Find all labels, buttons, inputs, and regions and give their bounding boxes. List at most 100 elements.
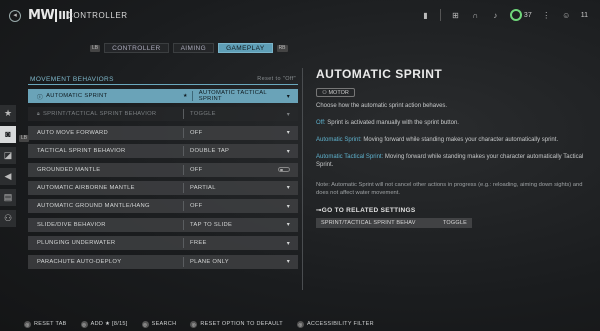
- detail-intro: Choose how the automatic sprint action b…: [316, 103, 448, 109]
- reset-tab-hint[interactable]: ◎ RESET TAB: [24, 320, 67, 328]
- tab-aiming[interactable]: AIMING: [172, 43, 215, 53]
- reset-option-hint[interactable]: ◎ RESET OPTION TO DEFAULT: [190, 320, 283, 328]
- option-off-description: Off: Sprint is activated manually with t…: [316, 120, 459, 126]
- motor-tag: ⚇ MOTOR: [316, 88, 355, 97]
- setting-row-slide-dive[interactable]: SLIDE/DIVE BEHAVIOR TAP TO SLIDE ▾: [28, 217, 298, 232]
- setting-label: AUTOMATIC GROUND MANTLE/HANG: [37, 203, 150, 210]
- option-auto-sprint-description: Automatic Sprint: Moving forward while s…: [316, 137, 559, 143]
- setting-row-plunging-underwater[interactable]: PLUNGING UNDERWATER FREE ▾: [28, 236, 298, 251]
- setting-value: TOGGLE: [190, 111, 216, 118]
- player-level[interactable]: 37: [509, 9, 532, 21]
- panel-divider: [302, 68, 303, 290]
- setting-value: OFF: [190, 129, 203, 136]
- button-glyph-icon: ◎: [80, 320, 88, 328]
- rb-key-hint: RB: [276, 44, 288, 52]
- setting-row-ground-mantle-hang[interactable]: AUTOMATIC GROUND MANTLE/HANG OFF ▾: [28, 199, 298, 214]
- setting-value: PLANE ONLY: [190, 258, 229, 265]
- related-settings-heading: ⊸GO TO RELATED SETTINGS: [316, 207, 416, 214]
- related-setting-value: TOGGLE: [442, 220, 467, 226]
- setting-row-automatic-sprint[interactable]: ⓘ AUTOMATIC SPRINT ★ AUTOMATIC TACTICAL S…: [28, 89, 298, 103]
- chevron-down-icon: ▾: [286, 222, 290, 229]
- setting-value: AUTOMATIC TACTICAL SPRINT: [198, 90, 267, 102]
- friends-count: 11: [580, 11, 588, 19]
- rail-graphics-icon[interactable]: ◪: [0, 147, 16, 164]
- option-tactical-sprint-description: Automatic Tactical Sprint: Moving forwar…: [316, 154, 584, 168]
- setting-row-airborne-mantle[interactable]: AUTOMATIC AIRBORNE MANTLE PARTIAL ▾: [28, 180, 298, 195]
- detail-note: Note: Automatic Sprint will not cancel o…: [316, 182, 583, 196]
- grid-icon[interactable]: ⋮: [541, 10, 552, 21]
- footer-hints: ◎ RESET TAB ◎ ADD ★ [8/15] ◎ SEARCH ◎ RESET …: [0, 317, 600, 331]
- chevron-down-icon: ▾: [286, 130, 290, 137]
- rail-controller-icon[interactable]: ◙: [0, 126, 16, 143]
- rail-audio-speaker-icon[interactable]: ◀: [0, 168, 16, 185]
- button-glyph-icon: ◎: [190, 320, 198, 328]
- notification-bell-icon[interactable]: ♪: [490, 10, 501, 21]
- info-icon: ⓘ: [37, 94, 44, 101]
- lock-icon: 🔒︎: [37, 111, 40, 118]
- section-title: MOVEMENT BEHAVIORS: [30, 75, 114, 83]
- top-right-status: ▮ ⊞ ∩ ♪ 37 ⋮ ☺ 11: [420, 7, 588, 23]
- chevron-down-icon: ▾: [286, 203, 290, 210]
- chevron-down-icon: ▾: [286, 111, 290, 118]
- divider: [439, 9, 441, 21]
- setting-row-parachute-auto-deploy[interactable]: PARACHUTE AUTO-DEPLOY PLANE ONLY ▾: [28, 254, 298, 269]
- setting-row-auto-move-forward[interactable]: AUTO MOVE FORWARD OFF ▾: [28, 125, 298, 140]
- headset-icon[interactable]: ∩: [470, 10, 481, 21]
- related-setting-label: SPRINT/TACTICAL SPRINT BEHAV: [321, 220, 416, 226]
- level-ring-icon: [509, 9, 522, 21]
- tab-controller[interactable]: CONTROLLER: [104, 43, 169, 53]
- back-icon[interactable]: ◂: [9, 10, 21, 22]
- detail-panel: AUTOMATIC SPRINT ⚇ MOTOR Choose how the …: [316, 67, 586, 228]
- setting-value: PARTIAL: [190, 184, 216, 191]
- chevron-down-icon: ▾: [286, 259, 290, 266]
- friends-icon[interactable]: ☺: [561, 10, 572, 21]
- tab-bar: LB CONTROLLER AIMING GAMEPLAY RB: [90, 43, 288, 53]
- favorite-star-icon[interactable]: ★: [183, 93, 188, 99]
- rail-account-icon[interactable]: ⚇: [0, 210, 16, 227]
- setting-value: FREE: [190, 240, 207, 247]
- controller-icon[interactable]: ⊞: [450, 10, 461, 21]
- level-value: 37: [523, 11, 532, 19]
- accessibility-filter-hint[interactable]: ◎ ACCESSIBILITY FILTER: [296, 320, 374, 328]
- setting-value: DOUBLE TAP: [190, 148, 230, 155]
- button-glyph-icon: ◎: [296, 320, 304, 328]
- chevron-down-icon: ▾: [286, 148, 290, 155]
- related-setting-row[interactable]: SPRINT/TACTICAL SPRINT BEHAV TOGGLE: [316, 218, 472, 228]
- button-glyph-icon: ◎: [24, 320, 31, 328]
- rail-interface-icon[interactable]: ▤: [0, 189, 16, 206]
- setting-label: SPRINT/TACTICAL SPRINT BEHAVIOR: [42, 111, 157, 118]
- setting-label: SLIDE/DIVE BEHAVIOR: [37, 221, 106, 228]
- setting-label: PLUNGING UNDERWATER: [37, 240, 116, 247]
- toggle-switch[interactable]: [278, 167, 290, 173]
- setting-row-grounded-mantle[interactable]: GROUNDED MANTLE OFF: [28, 162, 298, 177]
- movement-behaviors-section: MOVEMENT BEHAVIORS Reset to "Off" ⓘ AUTOM…: [28, 75, 298, 273]
- chevron-down-icon: ▾: [286, 93, 290, 100]
- section-header: MOVEMENT BEHAVIORS Reset to "Off": [28, 75, 298, 85]
- setting-label: TACTICAL SPRINT BEHAVIOR: [37, 148, 126, 155]
- setting-label: AUTOMATIC SPRINT: [46, 93, 108, 99]
- setting-row-tactical-sprint-behavior[interactable]: TACTICAL SPRINT BEHAVIOR DOUBLE TAP ▾: [28, 144, 298, 159]
- tab-gameplay[interactable]: GAMEPLAY: [218, 43, 273, 53]
- top-bar: ◂ MW III CONTROLLER ▮ ⊞ ∩ ♪ 37 ⋮ ☺ 11: [0, 0, 600, 32]
- page-title: CONTROLLER: [67, 11, 128, 20]
- category-rail: ★ ◙ ◪ ◀ ▤ ⚇: [0, 105, 16, 231]
- setting-label: AUTOMATIC AIRBORNE MANTLE: [37, 184, 135, 191]
- add-favorite-hint[interactable]: ◎ ADD ★ [8/15]: [80, 320, 128, 328]
- search-hint[interactable]: ◎ SEARCH: [141, 320, 177, 328]
- setting-value: OFF: [190, 166, 203, 173]
- rail-favorites-star-icon[interactable]: ★: [0, 105, 16, 122]
- settings-list: ⓘ AUTOMATIC SPRINT ★ AUTOMATIC TACTICAL S…: [28, 89, 298, 269]
- detail-title: AUTOMATIC SPRINT: [316, 67, 443, 81]
- setting-row-sprint-behavior[interactable]: 🔒︎ SPRINT/TACTICAL SPRINT BEHAVIOR TOGGLE…: [28, 107, 298, 122]
- battery-icon: ▮: [423, 10, 428, 20]
- setting-value: TAP TO SLIDE: [190, 221, 233, 228]
- game-logo: MW III: [28, 8, 73, 23]
- chevron-down-icon: ▾: [286, 240, 290, 247]
- setting-label: PARACHUTE AUTO-DEPLOY: [37, 258, 122, 265]
- reset-hint: Reset to "Off": [257, 76, 296, 82]
- setting-value: OFF: [190, 203, 203, 210]
- setting-label: GROUNDED MANTLE: [37, 166, 101, 173]
- setting-label: AUTO MOVE FORWARD: [37, 129, 109, 136]
- button-glyph-icon: ◎: [141, 320, 149, 328]
- chevron-down-icon: ▾: [286, 185, 290, 192]
